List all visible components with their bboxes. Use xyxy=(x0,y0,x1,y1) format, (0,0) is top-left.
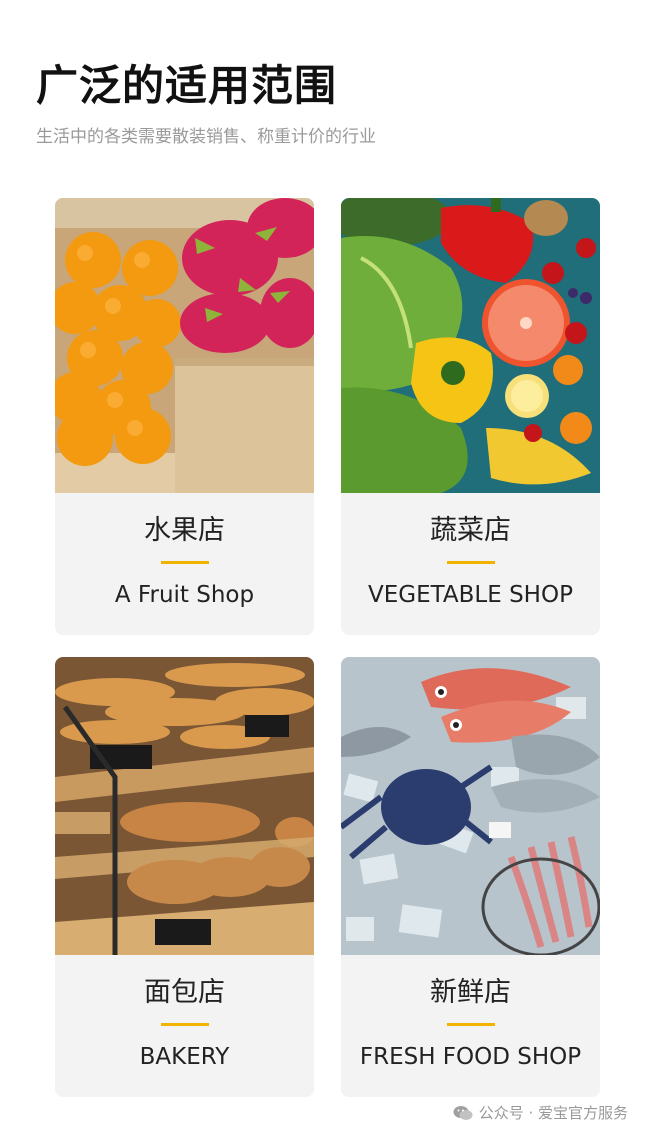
accent-divider xyxy=(446,1023,495,1026)
accent-divider xyxy=(446,561,495,564)
card-bakery: 面包店 BAKERY xyxy=(55,657,314,1097)
card-title-en: FRESH FOOD SHOP xyxy=(359,1044,582,1070)
seafood-photo xyxy=(341,657,600,955)
card-fresh-food-shop: 新鲜店 FRESH FOOD SHOP xyxy=(341,657,600,1097)
card-title-zh: 水果店 xyxy=(144,515,225,546)
card-vegetable-shop: 蔬菜店 VEGETABLE SHOP xyxy=(341,198,600,635)
fruit-photo xyxy=(55,198,314,493)
card-title-en: BAKERY xyxy=(139,1044,230,1070)
card-title-zh: 新鲜店 xyxy=(430,977,511,1008)
vegetable-photo xyxy=(341,198,600,493)
card-title-en: A Fruit Shop xyxy=(114,582,255,608)
wechat-icon xyxy=(453,1105,473,1121)
page-subtitle: 生活中的各类需要散装销售、称重计价的行业 xyxy=(36,127,376,147)
footer-text: 公众号 · 爱宝官方服务 xyxy=(478,1104,628,1122)
card-fruit-shop: 水果店 A Fruit Shop xyxy=(55,198,314,635)
bakery-photo xyxy=(55,657,314,955)
accent-divider xyxy=(160,561,209,564)
card-title-zh: 蔬菜店 xyxy=(430,515,511,546)
card-title-en: VEGETABLE SHOP xyxy=(368,582,573,608)
footer-watermark: 公众号 · 爱宝官方服务 xyxy=(453,1102,628,1123)
page-title: 广泛的适用范围 xyxy=(36,61,338,110)
accent-divider xyxy=(160,1023,209,1026)
card-title-zh: 面包店 xyxy=(144,977,225,1008)
